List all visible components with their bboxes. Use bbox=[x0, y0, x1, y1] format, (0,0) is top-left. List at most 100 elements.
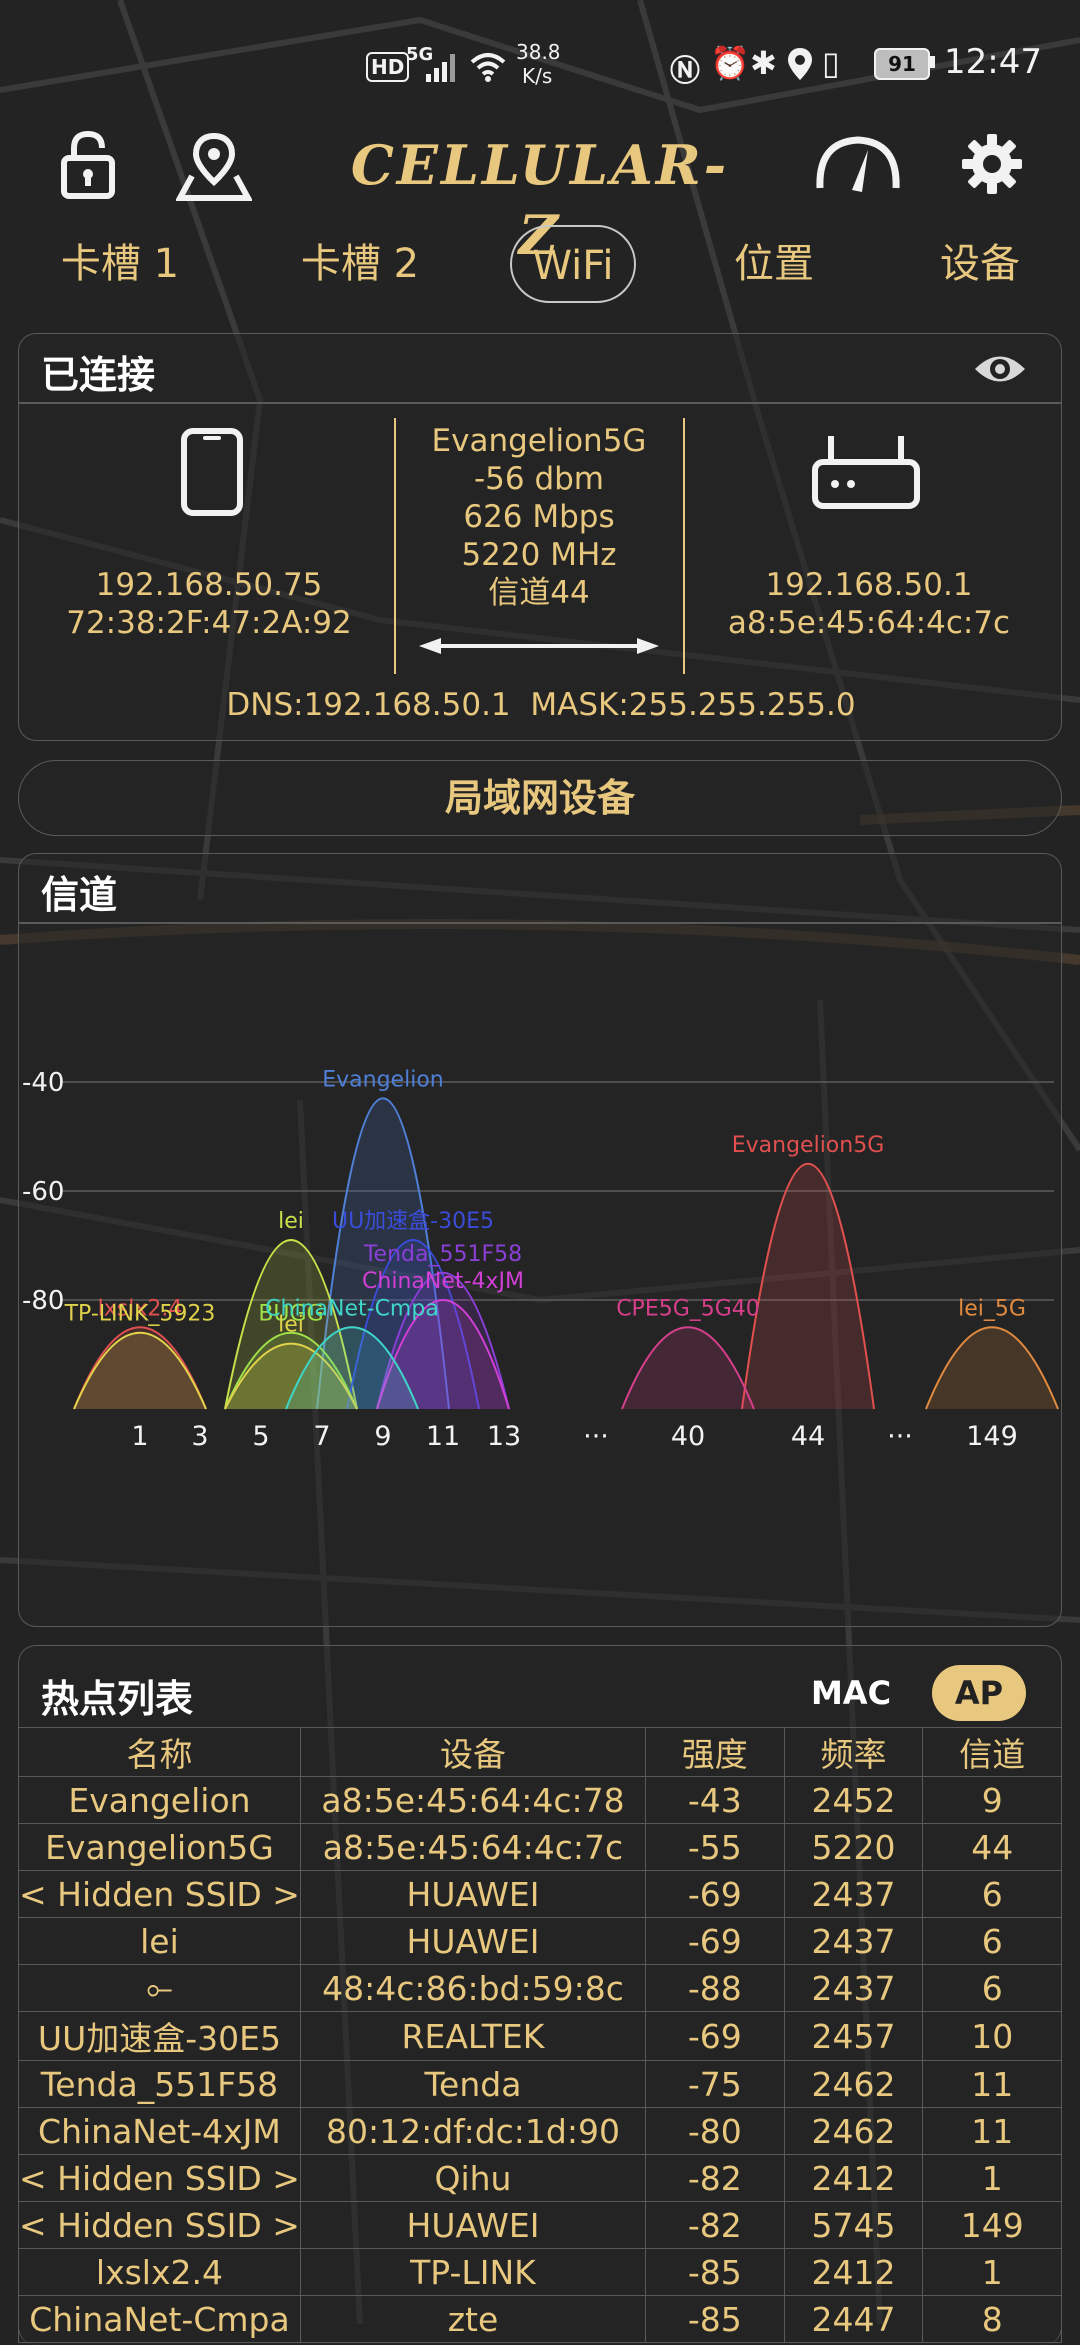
cell-device: REALTEK bbox=[299, 2011, 647, 2061]
y-tick-label: -80 bbox=[22, 1286, 64, 1316]
cell-name: ChinaNet-4xJM bbox=[18, 2107, 301, 2155]
table-row[interactable]: ChinaNet-Cmpa zte -85 2447 8 bbox=[18, 2295, 1062, 2343]
y-tick-label: -40 bbox=[22, 1068, 64, 1098]
cell-channel: 149 bbox=[922, 2201, 1062, 2249]
table-row[interactable]: ChinaNet-4xJM 80:12:df:dc:1d:90 -80 2462 11 bbox=[18, 2107, 1062, 2155]
location-icon bbox=[788, 48, 812, 80]
cell-name: Evangelion bbox=[18, 1776, 301, 1824]
table-row[interactable]: Evangelion5G a8:5e:45:64:4c:7c -55 5220 44 bbox=[18, 1823, 1062, 1871]
table-row[interactable]: < Hidden SSID > HUAWEI -82 5745 149 bbox=[18, 2201, 1062, 2249]
device-ip: 192.168.50.75 bbox=[95, 567, 323, 603]
cell-frequency: 2462 bbox=[783, 2060, 924, 2108]
x-tick-label: 3 bbox=[191, 1421, 208, 1452]
cell-name: < Hidden SSID > bbox=[18, 2154, 301, 2202]
col-frequency-header[interactable]: 频率 bbox=[783, 1727, 924, 1777]
connected-panel: 已连接 192.168.50.75 72:38:2F:47:2A:92 Evan… bbox=[18, 333, 1062, 741]
wifi-icon bbox=[470, 53, 506, 82]
link-speed: 626 Mbps bbox=[463, 499, 615, 535]
cell-device: TP-LINK bbox=[299, 2248, 647, 2296]
cell-strength: -75 bbox=[645, 2060, 785, 2108]
cell-frequency: 2447 bbox=[783, 2295, 924, 2343]
divider-right bbox=[683, 418, 685, 674]
cell-strength: -43 bbox=[645, 1776, 785, 1824]
table-row[interactable]: < Hidden SSID > HUAWEI -69 2437 6 bbox=[18, 1870, 1062, 1918]
cell-device: HUAWEI bbox=[299, 1870, 647, 1918]
tab-location[interactable]: 位置 bbox=[714, 225, 834, 303]
lock-icon bbox=[61, 130, 115, 199]
cell-strength: -55 bbox=[645, 1823, 785, 1871]
table-row[interactable]: ⟜ 48:4c:86:bd:59:8c -88 2437 6 bbox=[18, 1964, 1062, 2012]
cell-device: HUAWEI bbox=[299, 2201, 647, 2249]
series-curve bbox=[621, 1326, 755, 1410]
router-ip: 192.168.50.1 bbox=[765, 567, 973, 603]
divider-left bbox=[394, 418, 396, 674]
cell-strength: -69 bbox=[645, 1917, 785, 1965]
ap-toggle[interactable]: AP bbox=[932, 1665, 1026, 1721]
cell-frequency: 5745 bbox=[783, 2201, 924, 2249]
battery-indicator: 91 bbox=[874, 48, 930, 80]
col-device-header[interactable]: 设备 bbox=[299, 1727, 647, 1777]
cell-name: Tenda_551F58 bbox=[18, 2060, 301, 2108]
x-tick-label: 40 bbox=[671, 1421, 705, 1452]
cell-device: a8:5e:45:64:4c:78 bbox=[299, 1776, 647, 1824]
series-label: lei bbox=[278, 1209, 304, 1234]
table-row[interactable]: Tenda_551F58 Tenda -75 2462 11 bbox=[18, 2060, 1062, 2108]
cell-name: lei bbox=[18, 1917, 301, 1965]
gear-icon bbox=[962, 134, 1022, 194]
series-label: ChinaNet-4xJM bbox=[362, 1269, 524, 1294]
series-label: Tenda_551F58 bbox=[363, 1242, 522, 1267]
tab-wifi[interactable]: WiFi bbox=[510, 225, 636, 303]
x-tick-label: 9 bbox=[374, 1421, 391, 1452]
panel-divider bbox=[19, 922, 1061, 924]
table-row[interactable]: lei HUAWEI -69 2437 6 bbox=[18, 1917, 1062, 1965]
settings-button[interactable] bbox=[960, 132, 1024, 196]
map-pin-icon bbox=[174, 132, 254, 201]
hd-badge: HD bbox=[366, 52, 410, 82]
cell-device: Qihu bbox=[299, 2154, 647, 2202]
link-channel: 信道44 bbox=[488, 575, 590, 611]
link-signal: -56 dbm bbox=[473, 461, 605, 497]
eye-icon[interactable] bbox=[973, 350, 1027, 388]
cell-strength: -69 bbox=[645, 1870, 785, 1918]
y-tick-label: -60 bbox=[22, 1177, 64, 1207]
lock-button[interactable] bbox=[58, 130, 118, 200]
x-tick-label: 11 bbox=[426, 1421, 460, 1452]
phone-icon bbox=[181, 428, 243, 516]
tab-bar: 卡槽 1 卡槽 2 WiFi 位置 设备 bbox=[0, 225, 1080, 315]
nfc-icon: Ⓝ bbox=[670, 54, 700, 89]
lan-devices-button[interactable]: 局域网设备 bbox=[18, 760, 1062, 836]
tab-slot-1[interactable]: 卡槽 1 bbox=[40, 225, 200, 303]
cell-strength: -88 bbox=[645, 1964, 785, 2012]
table-row[interactable]: Evangelion a8:5e:45:64:4c:78 -43 2452 9 bbox=[18, 1776, 1062, 1824]
tab-slot-2[interactable]: 卡槽 2 bbox=[280, 225, 440, 303]
x-tick-label: 5 bbox=[252, 1421, 269, 1452]
battery-tip bbox=[930, 56, 935, 68]
series-label: ChinaNet-Cmpa bbox=[265, 1296, 439, 1321]
table-row[interactable]: UU加速盒-30E5 REALTEK -69 2457 10 bbox=[18, 2011, 1062, 2061]
hotspot-table: 名称 设备 强度 频率 信道 Evangelion a8:5e:45:64:4c:… bbox=[18, 1727, 1062, 2343]
router-icon bbox=[812, 436, 920, 509]
speedometer-button[interactable] bbox=[812, 132, 904, 198]
table-header-row: 名称 设备 强度 频率 信道 bbox=[18, 1727, 1062, 1777]
cell-device: HUAWEI bbox=[299, 1917, 647, 1965]
cell-channel: 9 bbox=[922, 1776, 1062, 1824]
net-speed-value: 38.8 bbox=[516, 40, 561, 64]
cell-name: Evangelion5G bbox=[18, 1823, 301, 1871]
cell-channel: 11 bbox=[922, 2107, 1062, 2155]
map-location-button[interactable] bbox=[174, 132, 254, 202]
cell-channel: 6 bbox=[922, 1964, 1062, 2012]
col-name-header[interactable]: 名称 bbox=[18, 1727, 301, 1777]
cell-channel: 8 bbox=[922, 2295, 1062, 2343]
tab-device[interactable]: 设备 bbox=[920, 225, 1040, 303]
cell-frequency: 2437 bbox=[783, 1870, 924, 1918]
x-tick-label: 44 bbox=[791, 1421, 825, 1452]
col-channel-header[interactable]: 信道 bbox=[922, 1727, 1062, 1777]
app-logo: CELLULAR-Z bbox=[350, 133, 730, 267]
x-tick-label: ··· bbox=[583, 1421, 609, 1452]
cell-name: lxslx2.4 bbox=[18, 2248, 301, 2296]
table-row[interactable]: < Hidden SSID > Qihu -82 2412 1 bbox=[18, 2154, 1062, 2202]
series-label: TP-LINK_5923 bbox=[64, 1302, 216, 1327]
table-row[interactable]: lxslx2.4 TP-LINK -85 2412 1 bbox=[18, 2248, 1062, 2296]
mac-toggle[interactable]: MAC bbox=[796, 1665, 906, 1721]
col-strength-header[interactable]: 强度 bbox=[645, 1727, 785, 1777]
